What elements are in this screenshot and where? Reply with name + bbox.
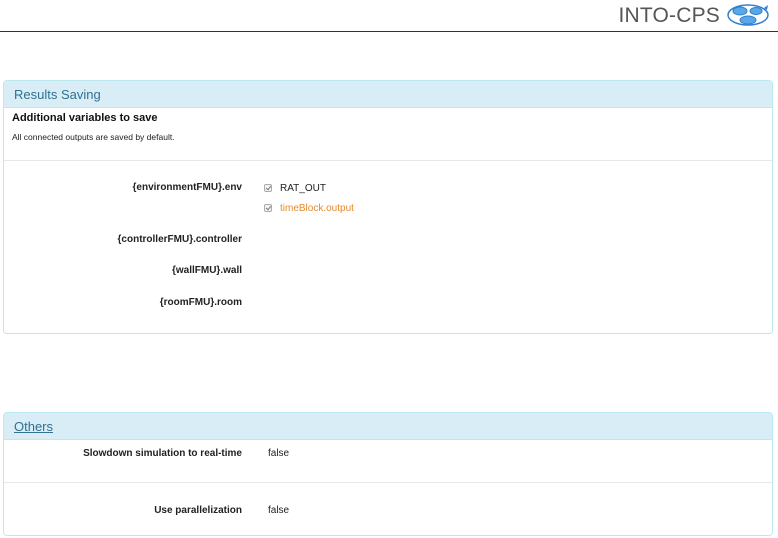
instance-label-controller: {controllerFMU}.controller: [117, 234, 242, 245]
results-saving-title: Results Saving: [14, 87, 101, 102]
variable-label: RAT_OUT: [280, 182, 326, 194]
header-divider: [0, 31, 778, 32]
section-divider: [4, 160, 772, 161]
into-cps-logo-icon: [727, 4, 769, 26]
option-label-slowdown: Slowdown simulation to real-time: [83, 448, 242, 459]
checkbox-checked-icon[interactable]: [264, 204, 272, 212]
checkbox-checked-icon[interactable]: [264, 184, 272, 192]
results-saving-heading: Results Saving: [4, 81, 772, 108]
instance-label-env: {environmentFMU}.env: [132, 182, 242, 193]
option-divider: [4, 482, 772, 483]
brand-name: INTO-CPS: [618, 4, 720, 27]
option-value-parallelization[interactable]: false: [268, 505, 289, 516]
variable-checkbox-timeblock-output[interactable]: timeBlock.output: [264, 201, 354, 215]
others-heading[interactable]: Others: [4, 413, 772, 440]
others-panel: Others Slowdown simulation to real-time …: [3, 412, 773, 536]
default-outputs-note: All connected outputs are saved by defau…: [12, 132, 175, 142]
option-label-parallelization: Use parallelization: [154, 505, 242, 516]
variable-label: timeBlock.output: [280, 202, 354, 214]
results-saving-panel: Results Saving Additional variables to s…: [3, 80, 773, 334]
app-header: INTO-CPS: [0, 0, 778, 32]
option-value-slowdown[interactable]: false: [268, 448, 289, 459]
others-title-link[interactable]: Others: [14, 419, 53, 434]
variable-checkbox-rat-out[interactable]: RAT_OUT: [264, 181, 326, 195]
instance-label-room: {roomFMU}.room: [159, 297, 242, 308]
instance-label-wall: {wallFMU}.wall: [171, 265, 242, 276]
additional-variables-title: Additional variables to save: [12, 112, 158, 124]
